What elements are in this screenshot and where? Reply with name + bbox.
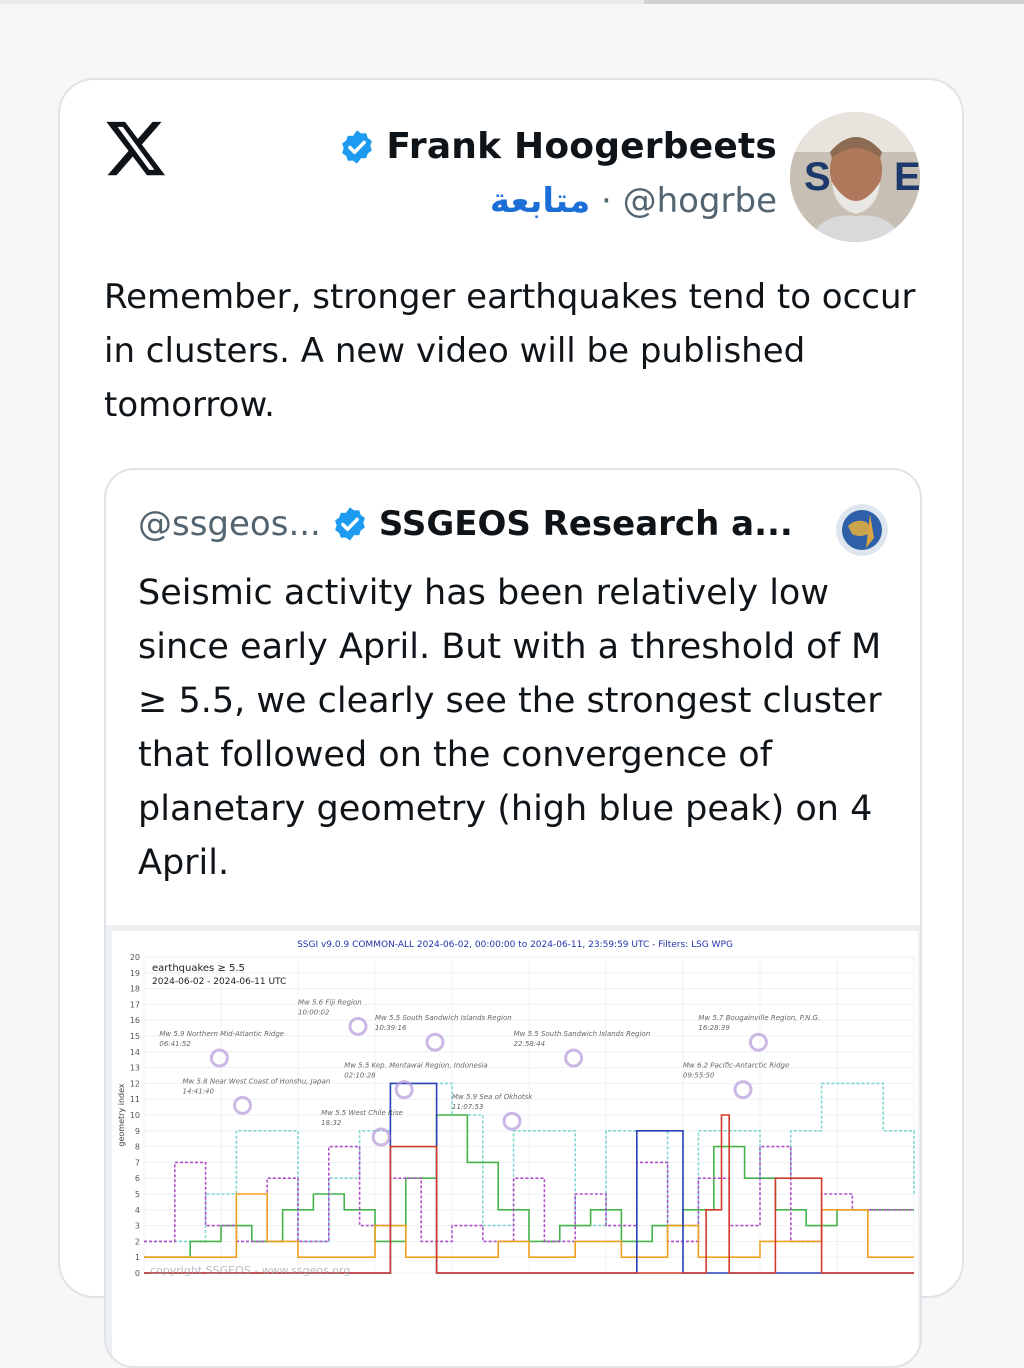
watermark: copyright SSGEOS - www.ssgeos.org	[150, 1264, 350, 1277]
y-tick-label: 4	[135, 1206, 140, 1215]
chart-annotation-time: 06:41:52	[159, 1040, 191, 1048]
scroll-thumb[interactable]	[644, 0, 1024, 4]
chart-annotation-time: 09:55:50	[683, 1072, 715, 1080]
y-tick-label: 3	[135, 1222, 140, 1231]
y-tick-label: 19	[130, 969, 140, 978]
follow-link[interactable]: متابعة	[490, 181, 590, 221]
quoted-handle[interactable]: @ssgeos...	[138, 504, 321, 544]
quoted-tweet[interactable]: @ssgeos... SSGEOS Research a... Seismic …	[104, 468, 922, 1368]
chart-annotation-time: 10:39:16	[375, 1024, 407, 1032]
chart-annotation: Mw 5.8 Near West Coast of Honshu, Japan	[183, 1077, 331, 1085]
y-tick-label: 1	[135, 1253, 140, 1262]
quoted-media-chart[interactable]: SSGI v9.0.9 COMMON-ALL 2024-06-02, 00:00…	[106, 925, 920, 1366]
chart-annotation-time: 22:58:44	[514, 1040, 545, 1048]
chart-annotation: Mw 5.5 South Sandwich Islands Region	[514, 1030, 651, 1038]
y-tick-label: 11	[130, 1095, 140, 1104]
author-name[interactable]: Frank Hoogerbeets	[386, 126, 777, 167]
y-tick-label: 16	[130, 1016, 140, 1025]
chart-image: SSGI v9.0.9 COMMON-ALL 2024-06-02, 00:00…	[112, 931, 918, 1366]
y-tick-label: 0	[135, 1269, 140, 1278]
chart-annotation-time: 18:32	[321, 1119, 342, 1127]
y-tick-label: 18	[130, 985, 140, 994]
chart-annotation-time: 14:41:40	[183, 1087, 215, 1095]
quoted-avatar[interactable]	[836, 504, 888, 556]
svg-text:S: S	[804, 155, 831, 199]
chart-annotation-time: 02:10:28	[344, 1072, 376, 1080]
tweet-card[interactable]: Frank Hoogerbeets متابعة · @hogrbe S E R…	[58, 78, 964, 1368]
chart-annotation: Mw 5.5 Kep. Mentawai Region, Indonesia	[344, 1062, 487, 1070]
y-tick-label: 2	[135, 1237, 140, 1246]
quoted-text: Seismic activity has been relatively low…	[138, 573, 882, 883]
legend-line: 2024-06-02 - 2024-06-11 UTC	[152, 977, 286, 987]
svg-text:E: E	[894, 155, 920, 199]
y-tick-label: 10	[130, 1111, 140, 1120]
y-tick-label: 7	[135, 1158, 140, 1167]
browser-scroll-track	[0, 0, 1024, 4]
author-avatar[interactable]: S E	[790, 112, 920, 242]
chart-annotation-time: 11:07:53	[452, 1103, 483, 1111]
chart-annotation: Mw 5.6 Fiji Region	[298, 998, 362, 1006]
chart-annotation: Mw 5.9 Sea of Okhotsk	[452, 1093, 533, 1101]
y-tick-label: 5	[135, 1190, 140, 1199]
y-tick-label: 6	[135, 1174, 140, 1183]
legend-line: earthquakes ≥ 5.5	[152, 963, 245, 974]
author-handle[interactable]: @hogrbe	[623, 181, 777, 221]
y-tick-label: 9	[135, 1127, 140, 1136]
verified-badge-icon	[334, 507, 365, 541]
y-tick-label: 17	[130, 1000, 140, 1009]
tweet-text: Remember, stronger earthquakes tend to o…	[104, 277, 916, 425]
chart-annotation-time: 10:00:02	[298, 1008, 330, 1016]
quoted-name[interactable]: SSGEOS Research a...	[379, 504, 793, 544]
y-tick-label: 14	[130, 1048, 140, 1057]
chart-annotation: Mw 5.9 Northern Mid-Atlantic Ridge	[159, 1030, 284, 1038]
y-tick-label: 8	[135, 1143, 140, 1152]
x-logo-icon[interactable]	[104, 116, 168, 180]
y-axis-label: geometry index	[117, 1083, 126, 1146]
y-tick-label: 15	[130, 1032, 140, 1041]
chart-annotation: Mw 5.5 West Chile Rise	[321, 1109, 403, 1117]
y-tick-label: 20	[130, 953, 140, 962]
y-tick-label: 13	[130, 1064, 140, 1073]
y-tick-label: 12	[130, 1079, 140, 1088]
chart-svg: 20191817161514131211109876543210geometry…	[117, 953, 915, 1278]
author-block: Frank Hoogerbeets متابعة · @hogrbe	[338, 126, 777, 221]
verified-badge-icon	[342, 129, 373, 164]
chart-annotation-time: 16:28:39	[698, 1024, 730, 1032]
chart-annotation: Mw 6.2 Pacific-Antarctic Ridge	[683, 1062, 789, 1070]
chart-annotation: Mw 5.7 Bougainville Region, P.N.G.	[698, 1014, 820, 1022]
separator: ·	[600, 181, 612, 221]
chart-annotation: Mw 5.5 South Sandwich Islands Region	[375, 1014, 512, 1022]
